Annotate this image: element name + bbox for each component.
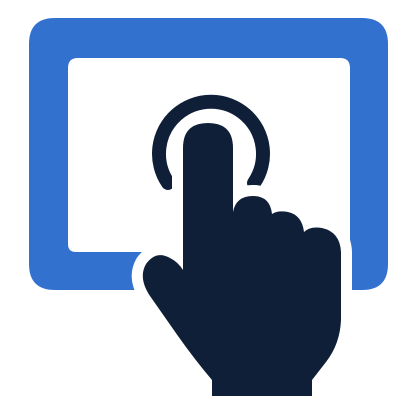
pointing-hand-icon [131,112,352,407]
touchscreen-tap-svg [29,18,388,407]
touchscreen-tap-icon [0,0,418,418]
